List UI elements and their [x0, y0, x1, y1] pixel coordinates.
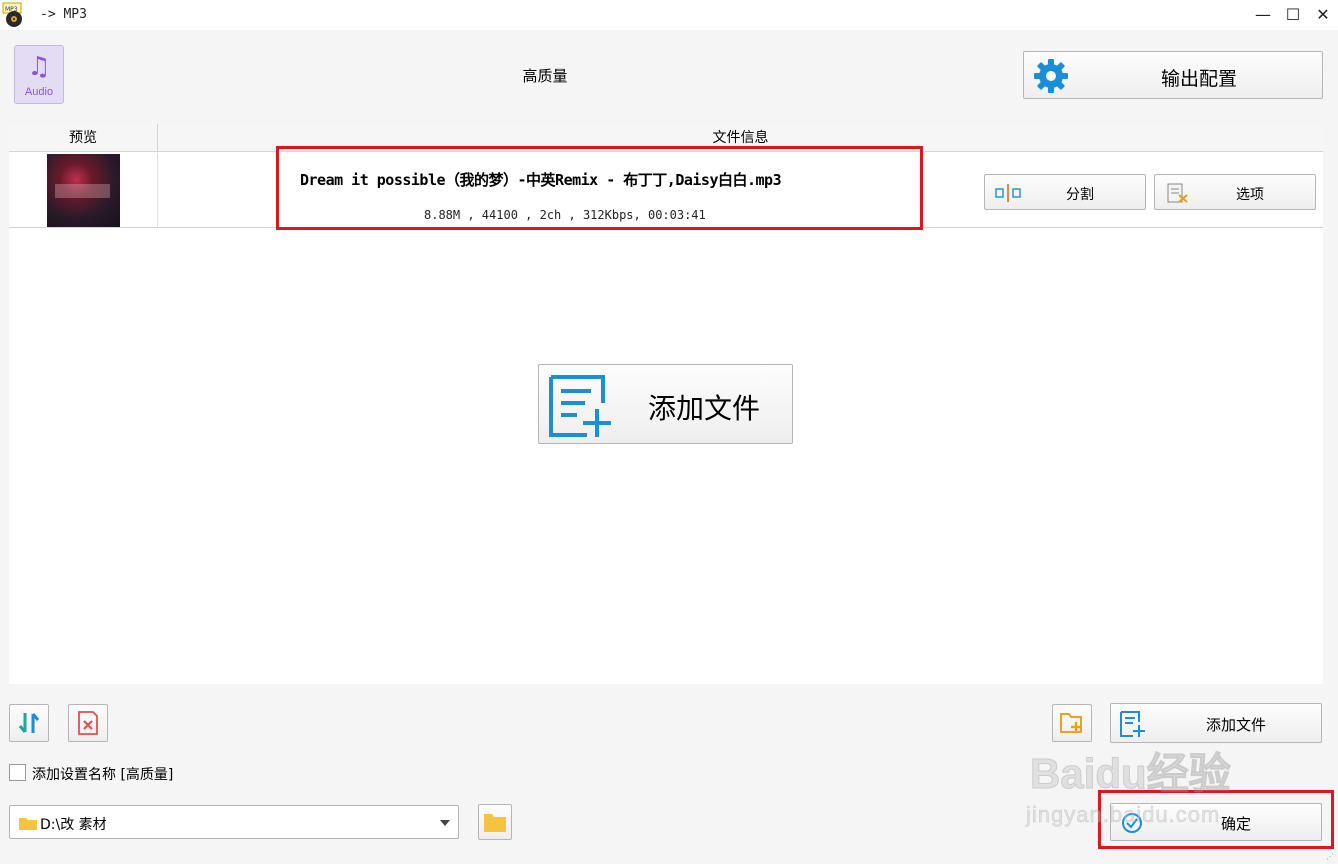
resize-grip-icon[interactable]: ⋰ [1326, 852, 1336, 862]
options-label: 选项 [1236, 187, 1264, 203]
split-button[interactable]: 分割 [984, 174, 1146, 210]
options-icon [1167, 183, 1188, 203]
remove-button[interactable] [68, 704, 108, 742]
chevron-down-icon [440, 820, 450, 826]
output-config-label: 输出配置 [1160, 68, 1237, 90]
minimize-button[interactable]: — [1252, 4, 1274, 26]
quality-preset-label: 高质量 [522, 67, 568, 85]
add-file-icon [549, 375, 611, 437]
sort-icon [18, 713, 40, 733]
output-path-select[interactable]: D:\改 素材 [9, 805, 459, 839]
add-file-button[interactable]: 添加文件 [1110, 703, 1322, 743]
gear-icon [1034, 59, 1068, 93]
audio-note-icon: ♫ [27, 52, 51, 82]
add-file-icon [1120, 711, 1145, 737]
split-label: 分割 [1066, 187, 1094, 203]
output-path-value: D:\改 素材 [40, 817, 107, 833]
app-mp3-icon: MP3 [2, 2, 22, 27]
highlight-file-info [276, 146, 923, 230]
browse-folder-button[interactable] [478, 804, 512, 840]
delete-icon [78, 711, 98, 735]
sort-button[interactable] [9, 704, 49, 742]
add-folder-button[interactable] [1052, 704, 1092, 742]
add-file-big-button[interactable]: 添加文件 [538, 364, 793, 444]
folder-icon [19, 818, 37, 830]
maximize-button[interactable]: ☐ [1282, 4, 1304, 26]
title-bar: MP3 -> MP3 — ☐ ✕ [0, 0, 1338, 30]
highlight-ok-button [1098, 790, 1334, 849]
close-button[interactable]: ✕ [1312, 4, 1334, 26]
output-config-button[interactable]: 输出配置 [1023, 51, 1323, 99]
add-file-big-label: 添加文件 [647, 392, 760, 425]
album-art-thumbnail [47, 154, 120, 227]
split-icon [995, 184, 1021, 202]
preview-cell [9, 153, 158, 227]
folder-icon [484, 814, 506, 832]
options-button[interactable]: 选项 [1154, 174, 1316, 210]
audio-format-tile[interactable]: ♫ Audio [14, 45, 64, 104]
audio-tile-label: Audio [24, 86, 54, 98]
column-header-preview: 预览 [9, 124, 158, 152]
add-setting-name-label: 添加设置名称 [高质量] [32, 767, 174, 783]
add-setting-name-checkbox[interactable] [9, 764, 26, 781]
add-file-label: 添加文件 [1205, 716, 1266, 734]
app-window: MP3 -> MP3 — ☐ ✕ ♫ Audio 高质量 输出配置 预览 文件信… [0, 0, 1338, 864]
folder-add-icon [1060, 713, 1082, 733]
window-title: -> MP3 [40, 7, 87, 22]
